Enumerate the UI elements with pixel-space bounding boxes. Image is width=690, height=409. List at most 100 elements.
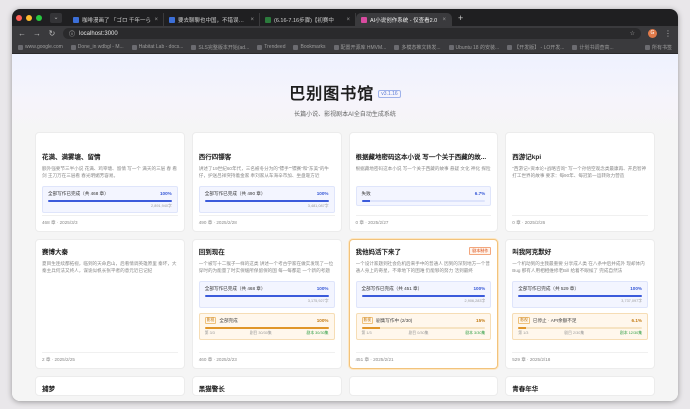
bookmark-item[interactable]: www.google.com xyxy=(18,44,63,50)
book-card[interactable]: 剧本制作 我他妈活下来了 一个设计家题到社会危机后来手中的普通人 因到的深刻地方一个… xyxy=(348,239,499,369)
progress-bar xyxy=(361,200,486,202)
bookmark-label: Ubuntu 18 的安装... xyxy=(455,44,500,51)
script-count: 剧本 30/30集 xyxy=(306,331,329,335)
all-bookmarks-button[interactable]: 所有书签 xyxy=(644,44,672,51)
browser-tab[interactable]: (6.16-7.16步骤)【初赛中 × xyxy=(260,13,356,26)
bookmark-favicon-icon xyxy=(572,44,578,50)
script-percent: 15% xyxy=(476,318,486,323)
bookmark-label: SLS完整版本开始(ad... xyxy=(198,44,250,51)
profile-avatar[interactable]: G xyxy=(648,29,657,38)
bookmark-item[interactable]: Done_in wdbgl - M... xyxy=(70,44,124,50)
maximize-window-button[interactable] xyxy=(36,14,42,21)
book-card[interactable]: 根据藏地密码这本小说 写一个关于西藏的故... 根据藏地密码这本小说 写一个关于西… xyxy=(348,132,499,232)
progress-label: 全部写作已完成（共 468 章） xyxy=(204,286,266,291)
progress-label: 全部写作已完成（共 529 章） xyxy=(518,286,579,291)
forward-arrow-icon[interactable]: → xyxy=(33,29,41,38)
tab-search-chevron-icon[interactable]: ⌄ xyxy=(50,12,62,23)
bookmark-item[interactable]: 配置开源库 HMVM... xyxy=(333,44,386,51)
book-card[interactable]: 黑猫警长 xyxy=(191,376,342,396)
close-window-button[interactable] xyxy=(16,14,22,21)
browser-tab[interactable]: 要去聊聊也中国，不错误出(2) × xyxy=(164,13,260,26)
bookmark-item[interactable]: Ubuntu 18 的安装... xyxy=(448,44,500,51)
word-count: 3,481,087字 xyxy=(307,204,329,208)
season-count: 第 3/3 xyxy=(204,331,215,335)
progress-percent: 100% xyxy=(473,286,486,291)
book-card[interactable]: 青春年华 xyxy=(505,376,655,396)
script-status: 已停止 · API余额不足 xyxy=(532,317,577,323)
progress-label: 失败 xyxy=(361,191,371,196)
writing-progress: 全部写作已完成（共 468 章） 100% 3,175,927字 xyxy=(198,281,335,308)
tab-close-icon[interactable]: × xyxy=(346,17,350,23)
bookmark-item[interactable]: 多模态推文转发... xyxy=(394,44,441,51)
book-card[interactable] xyxy=(348,376,499,396)
script-percent: 6.1% xyxy=(631,318,642,323)
progress-fill xyxy=(48,200,172,202)
bookmark-item[interactable]: Trendeed xyxy=(257,44,285,50)
book-card[interactable]: 花满、满雾塘、留情 额外强要节三半小说 花满、鸡宰塘、留情 写一个 满天的三层 春… xyxy=(35,132,185,232)
card-footer: 460 章 · 2025/2/23 xyxy=(198,352,335,363)
bookmark-item[interactable]: 计划书调查高... xyxy=(572,44,614,51)
bookmark-item[interactable]: Habitat Lab - docs... xyxy=(131,44,184,50)
script-progress-fill xyxy=(204,327,329,329)
script-status: 剧集写作中 (2/30) xyxy=(376,317,413,323)
version-badge: v3.1.16 xyxy=(378,90,401,98)
back-arrow-icon[interactable]: ← xyxy=(18,29,26,38)
page-content: 巴别图书馆 v3.1.16 长篇小说、影视剧本AI全自动生成系统 花满、满雾塘、… xyxy=(12,54,678,401)
word-count: 3,737,097字 xyxy=(621,299,642,303)
progress-label: 全部写作已完成（共 451 章） xyxy=(361,286,423,291)
progress-percent: 100% xyxy=(630,286,642,291)
bookmark-favicon-icon xyxy=(18,44,23,50)
tab-close-icon[interactable]: × xyxy=(250,17,254,23)
season-count: 第 1/3 xyxy=(361,331,372,335)
progress-bar xyxy=(204,295,329,297)
episode-count: 剧目 2/30集 xyxy=(564,331,585,335)
tab-title: 咖啡漫画了 「ゴロ 千年一ら xyxy=(82,17,152,24)
book-card[interactable]: 赛博大秦 夏目生连续都拓视，临到的天命启山，后看情调英雄原里 秦坏，大秦主兵何法又… xyxy=(35,239,185,369)
browser-menu-icon[interactable]: ⋮ xyxy=(664,29,672,38)
tab-close-icon[interactable]: × xyxy=(154,17,158,23)
book-grid: 花满、满雾塘、留情 额外强要节三半小说 花满、鸡宰塘、留情 写一个 满天的三层 春… xyxy=(35,132,655,396)
progress-bar xyxy=(204,200,329,202)
episode-count: 剧目 0/30集 xyxy=(408,331,429,335)
word-count: 3,175,927字 xyxy=(307,299,329,303)
address-bar[interactable]: ⓘ localhost:3000 ☆ xyxy=(63,28,641,39)
book-card[interactable]: 叫我阿克默好 一个机动到的主我最重要 分享成人类 在八条中后并成外 现却体内Bug… xyxy=(505,239,655,369)
book-card[interactable]: 回到现在 一个被写十二猴子一样的这类 讲述一个考古学家在做实发现了一位穿时的为能量… xyxy=(191,239,342,369)
minimize-window-button[interactable] xyxy=(26,14,32,21)
book-title: 回到现在 xyxy=(198,249,225,256)
book-card[interactable]: 捕梦 xyxy=(35,376,185,396)
bookmark-label: Habitat Lab - docs... xyxy=(138,44,184,50)
progress-bar xyxy=(361,295,486,297)
book-card[interactable]: 西游记kpi "西游记+资本论+战略咨询" 写一个孙悟空观念类最康再、开启智神打工… xyxy=(505,132,655,232)
tab-favicon-icon xyxy=(265,16,271,23)
browser-tab[interactable]: AI小说创作系统 - 仅查看2.0 × xyxy=(356,13,452,26)
tab-close-icon[interactable]: × xyxy=(442,17,446,23)
bookmark-favicon-icon xyxy=(191,44,197,50)
progress-percent: 6.7% xyxy=(474,191,486,196)
bookmark-item[interactable]: Bookmarks xyxy=(293,44,326,50)
bookmark-favicon-icon xyxy=(448,44,454,50)
writing-progress: 全部写作已完成（共 490 章） 100% 3,481,087字 xyxy=(198,186,335,213)
book-title: 根据藏地密码这本小说 写一个关于西藏的故... xyxy=(355,154,487,161)
page-title: 巴别图书馆 xyxy=(289,86,375,103)
status-badge: 剧本制作 xyxy=(469,247,492,255)
browser-tab[interactable]: 咖啡漫画了 「ゴロ 千年一ら × xyxy=(68,13,164,26)
book-description: "西游记+资本论+战略咨询" 写一个孙悟空观念类最康再、开启智神打工世界的故事 … xyxy=(512,166,647,178)
script-progress: 影视 已停止 · API余额不足 6.1% 第 1/3 剧目 2/30集 剧本 … xyxy=(512,313,648,340)
book-description: 一个机动到的主我最重要 分享成人类 在八条中后并成外 现却体内Bug 那有人用相… xyxy=(512,261,645,273)
site-info-icon[interactable]: ⓘ xyxy=(69,29,75,38)
bookmark-item[interactable]: SLS完整版本开始(ad... xyxy=(191,44,249,51)
book-card[interactable]: 西行四镖客 讲述了19世纪60年代，三名被冬分为的"镖手""镖赛"和"东美"的牛仔… xyxy=(191,132,342,232)
bookmark-star-icon[interactable]: ☆ xyxy=(630,30,635,37)
progress-fill xyxy=(361,200,370,202)
script-percent: 100% xyxy=(316,318,329,323)
card-footer: 451 章 · 2025/2/21 xyxy=(355,352,492,363)
progress-fill xyxy=(518,295,642,297)
script-status: 全部完成 xyxy=(219,317,238,323)
new-tab-plus-icon[interactable]: + xyxy=(458,13,463,23)
bookmark-favicon-icon xyxy=(293,44,299,50)
reload-icon[interactable]: ↻ xyxy=(48,29,56,38)
writing-progress: 失败 6.7% xyxy=(355,186,492,206)
bookmark-item[interactable]: 【开发版】 - LO开发... xyxy=(507,44,564,51)
script-count: 剧本 3/30集 xyxy=(465,331,486,335)
